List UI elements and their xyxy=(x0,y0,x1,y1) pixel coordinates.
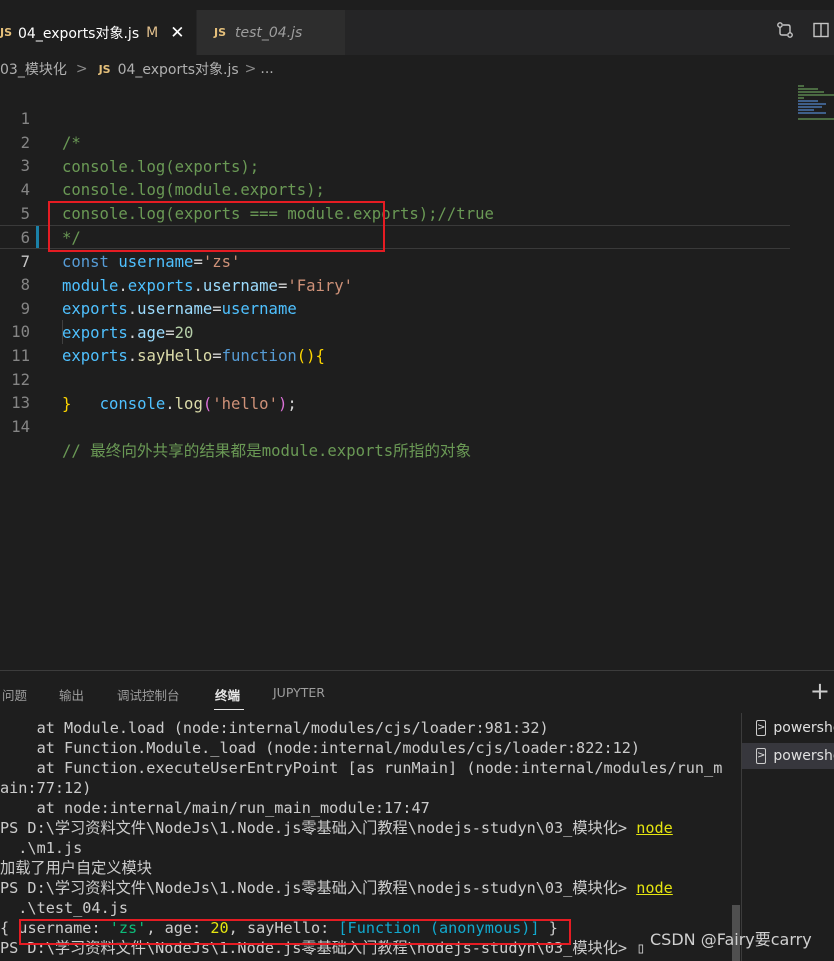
code-line: 11 console.log('hello'); xyxy=(0,320,790,413)
indent-guide xyxy=(62,320,63,344)
editor-actions xyxy=(716,10,834,55)
terminal-scrollbar[interactable] xyxy=(732,713,740,961)
tab-terminal[interactable]: 终端 xyxy=(215,685,240,704)
code-line: 1 /* xyxy=(0,83,790,152)
tab-label: test_04.js xyxy=(235,24,303,41)
tab-jupyter[interactable]: JUPYTER xyxy=(273,685,325,700)
breadcrumb: 03_模块化 > JS 04_exports对象.js > ... xyxy=(0,55,834,83)
breadcrumb-file[interactable]: 04_exports对象.js xyxy=(118,59,239,79)
terminal-line: at Module.load (node:internal/modules/cj… xyxy=(0,719,549,737)
terminal-cursor: ▯ xyxy=(636,939,646,957)
tab-output[interactable]: 输出 xyxy=(59,685,84,704)
bottom-panel: 问题 输出 调试控制台 终端 JUPYTER + at Module.load … xyxy=(0,670,834,961)
javascript-file-icon: JS xyxy=(0,26,13,39)
terminal-line: 加载了用户自定义模块 xyxy=(0,859,152,877)
tab-debug-console[interactable]: 调试控制台 xyxy=(117,685,180,704)
code-text: // 最终向外共享的结果都是module.exports所指的对象 xyxy=(62,442,472,461)
breadcrumb-separator-icon: > xyxy=(244,61,257,77)
terminal-instance-label: powershell xyxy=(773,748,834,764)
split-editor-icon[interactable] xyxy=(812,21,830,44)
tab-problems[interactable]: 问题 xyxy=(2,685,27,704)
terminal-line: at Function.Module._load (node:internal/… xyxy=(0,739,641,757)
tab-04-exports[interactable]: JS 04_exports对象.js M ✕ xyxy=(0,10,196,55)
code-line: 8 exports.username=username xyxy=(0,249,790,318)
panel-tab-bar: 问题 输出 调试控制台 终端 JUPYTER + xyxy=(0,671,834,713)
modified-badge: M xyxy=(146,24,159,41)
code-line: 9 exports.age=20 xyxy=(0,273,790,342)
terminal-line: at Function.executeUserEntryPoint [as ru… xyxy=(0,759,723,777)
terminal-line: ain:77:12) xyxy=(0,779,92,797)
breadcrumb-folder[interactable]: 03_模块化 xyxy=(0,59,67,79)
code-line: 13 xyxy=(0,367,790,412)
terminal-line: .\test_04.js xyxy=(0,899,129,917)
code-editor[interactable]: 1 /* 2 console.log(exports); 3 console.l… xyxy=(0,83,834,670)
terminal-icon: > xyxy=(756,720,767,736)
terminal-icon: > xyxy=(756,748,767,764)
close-icon[interactable]: ✕ xyxy=(170,23,184,43)
code-line: 3 console.log(module.exports); xyxy=(0,130,790,199)
javascript-file-icon: JS xyxy=(98,62,111,76)
line-number: 14 xyxy=(11,418,30,437)
title-strip xyxy=(0,0,834,10)
tab-test-04[interactable]: JS test_04.js xyxy=(197,10,345,55)
minimap[interactable] xyxy=(790,83,834,123)
compare-changes-icon[interactable] xyxy=(776,21,794,44)
editor-tab-bar: JS 04_exports对象.js M ✕ JS test_04.js xyxy=(0,0,834,55)
breadcrumb-symbols[interactable]: ... xyxy=(260,61,273,77)
terminal-instance-active[interactable]: > powershell xyxy=(742,743,834,769)
new-terminal-plus-icon[interactable]: + xyxy=(810,677,830,705)
terminal-output[interactable]: at Module.load (node:internal/modules/cj… xyxy=(0,713,740,961)
output-highlight-box xyxy=(19,919,571,945)
watermark: CSDN @Fairy要carry xyxy=(650,930,812,949)
code-line: 10 exports.sayHello=function(){ xyxy=(0,296,790,365)
code-line: 12 } xyxy=(0,344,790,413)
code-line: 5 */ xyxy=(0,178,790,247)
breadcrumb-separator-icon: > xyxy=(75,61,88,77)
terminal-instance-list: > powershell > powershell xyxy=(741,713,834,961)
terminal-prompt-line: PS D:\学习资料文件\NodeJs\1.Node.js零基础入门教程\nod… xyxy=(0,819,673,837)
terminal-prompt-line: PS D:\学习资料文件\NodeJs\1.Node.js零基础入门教程\nod… xyxy=(0,879,673,897)
code-line: 4 console.log(exports === module.exports… xyxy=(0,154,790,223)
code-highlight-box xyxy=(48,201,385,252)
terminal-instance-label: powershell xyxy=(773,720,834,736)
code-line: 2 console.log(exports); xyxy=(0,107,790,176)
active-tab-indicator xyxy=(214,709,244,710)
javascript-file-icon: JS xyxy=(214,26,227,39)
terminal-line: at node:internal/main/run_main_module:17… xyxy=(0,799,430,817)
terminal-line: .\m1.js xyxy=(0,839,83,857)
tab-label: 04_exports对象.js xyxy=(18,25,140,42)
terminal-instance[interactable]: > powershell xyxy=(742,715,834,741)
code-line: 14 // 最终向外共享的结果都是module.exports所指的对象 xyxy=(0,391,790,460)
